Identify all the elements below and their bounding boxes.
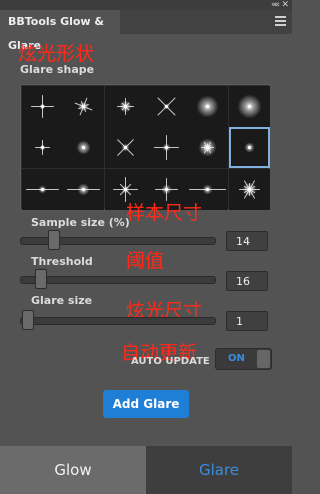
tab-glow[interactable]: Glow xyxy=(0,446,146,494)
panel-title-tab[interactable]: BBTools Glow & Glare xyxy=(0,10,120,52)
dot-glow-icon xyxy=(244,142,254,153)
panel-top-strip: «« ✕ xyxy=(0,0,292,10)
annotation-glare-shape: 炫光形状 xyxy=(18,43,95,65)
sample-size-label: Sample size (%) xyxy=(31,216,130,229)
small-4-star-icon xyxy=(35,140,50,156)
glare-shape-cell[interactable] xyxy=(228,168,270,210)
soft-round-glow-icon xyxy=(196,95,219,118)
star-burst-icon xyxy=(116,98,134,115)
diagonal-star-icon xyxy=(116,139,134,157)
tab-glare[interactable]: Glare xyxy=(146,446,292,494)
glare-size-label: Glare size xyxy=(31,294,93,307)
threshold-input[interactable]: 16 xyxy=(226,271,268,291)
spiky-burst-icon xyxy=(238,179,260,199)
glare-shape-label: Glare shape xyxy=(20,63,95,76)
glare-shape-cell[interactable] xyxy=(22,86,63,127)
glare-size-input[interactable]: 1 xyxy=(226,311,268,331)
glare-shape-cell[interactable] xyxy=(145,127,187,169)
soft-star-burst-icon xyxy=(74,97,93,116)
toggle-knob[interactable] xyxy=(257,350,270,368)
horizontal-dot-flare-icon xyxy=(67,183,101,196)
sample-size-slider-thumb[interactable] xyxy=(48,230,60,250)
annotation-threshold: 阈值 xyxy=(126,250,165,272)
glare-shape-cell[interactable] xyxy=(145,86,187,127)
glare-shape-cell[interactable] xyxy=(187,86,229,127)
glare-shape-cell[interactable] xyxy=(63,168,105,210)
panel-tab-bar: BBTools Glow & Glare xyxy=(0,10,292,52)
glare-shape-cell[interactable] xyxy=(228,86,270,127)
sample-size-input[interactable]: 14 xyxy=(226,231,268,251)
fuzzy-burst-icon xyxy=(198,138,217,157)
auto-update-toggle[interactable]: ON xyxy=(215,348,272,370)
glare-shape-cell[interactable] xyxy=(63,86,105,127)
glare-shape-grid xyxy=(20,84,270,210)
glare-shape-cell[interactable] xyxy=(104,86,146,127)
threshold-slider-thumb[interactable] xyxy=(35,269,47,289)
sharp-4-star-icon xyxy=(31,95,54,118)
collapse-icon[interactable]: «« xyxy=(271,0,280,10)
glare-shape-cell[interactable] xyxy=(63,127,105,169)
cross-flare-icon xyxy=(153,135,179,161)
soft-dot-glow-icon xyxy=(76,140,91,155)
glare-shape-cell[interactable] xyxy=(228,127,270,169)
auto-update-state: ON xyxy=(228,353,245,364)
sample-size-slider[interactable] xyxy=(20,230,216,250)
glare-shape-cell[interactable] xyxy=(22,168,63,210)
glare-shape-cell[interactable] xyxy=(22,127,63,169)
add-glare-button[interactable]: Add Glare xyxy=(103,390,189,418)
threshold-slider[interactable] xyxy=(20,269,216,289)
glare-shape-cell[interactable] xyxy=(187,127,229,169)
round-glow-icon xyxy=(237,94,261,119)
glare-shape-cell[interactable] xyxy=(104,127,146,169)
close-icon[interactable]: ✕ xyxy=(281,0,289,10)
hamburger-menu-icon[interactable] xyxy=(275,16,286,28)
auto-update-label: AUTO UPDATE xyxy=(131,356,210,367)
horizontal-flare-icon xyxy=(26,185,59,194)
glare-size-slider[interactable] xyxy=(20,310,216,330)
bottom-tab-bar: Glow Glare xyxy=(0,446,292,494)
threshold-label: Threshold xyxy=(31,255,93,268)
annotation-sample-size: 样本尺寸 xyxy=(126,202,203,224)
glare-size-slider-thumb[interactable] xyxy=(22,310,34,330)
cross-star-icon xyxy=(157,97,176,116)
